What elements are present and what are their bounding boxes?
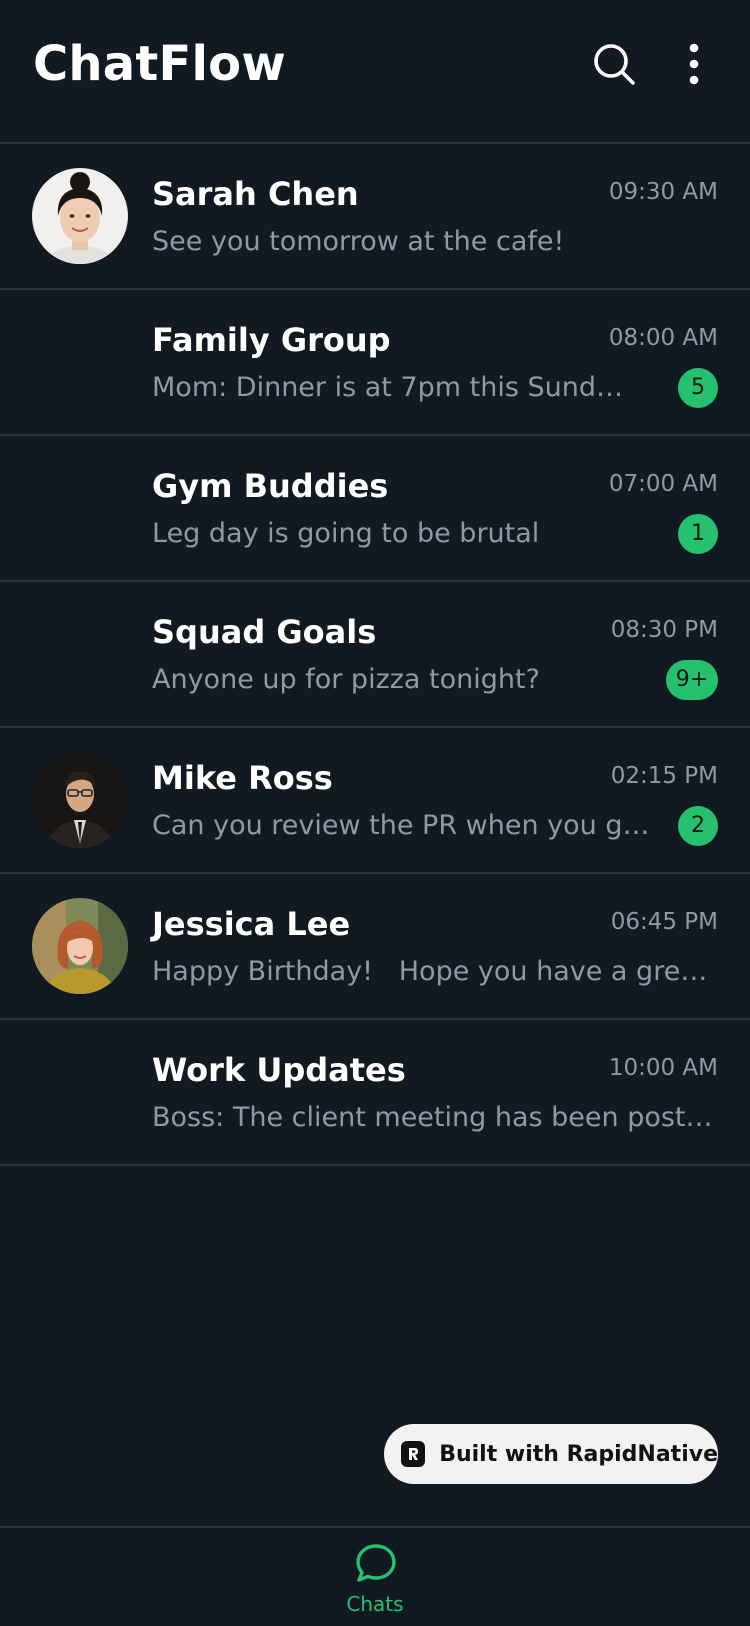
avatar (32, 898, 128, 994)
chat-name: Jessica Lee (152, 905, 351, 943)
search-icon (594, 44, 635, 85)
chat-row-jessica-lee[interactable]: Jessica Lee 06:45 PM Happy Birthday! Hop… (0, 874, 750, 1020)
built-with-label: Built with RapidNative (439, 1441, 718, 1467)
chat-name: Sarah Chen (152, 175, 359, 213)
chat-time: 10:00 AM (608, 1055, 718, 1081)
avatar (32, 168, 128, 264)
app-header: ChatFlow (0, 0, 750, 144)
unread-badge: 9+ (666, 660, 718, 700)
chat-preview: Mom: Dinner is at 7pm this Sunday. (152, 372, 632, 403)
chat-name: Gym Buddies (152, 467, 389, 505)
chat-row-family-group[interactable]: Family Group 08:00 AM Mom: Dinner is at … (0, 290, 750, 436)
chat-list: Sarah Chen 09:30 AM See you tomorrow at … (0, 144, 750, 1166)
chat-time: 02:15 PM (610, 763, 718, 789)
chat-name: Squad Goals (152, 613, 377, 651)
chat-time: 06:45 PM (610, 909, 718, 935)
chat-preview: Can you review the PR when you get a cha… (152, 810, 654, 841)
chat-time: 08:00 AM (608, 325, 718, 351)
chat-preview: Happy Birthday! Hope you have a great da… (152, 956, 718, 987)
search-button[interactable] (590, 40, 638, 88)
unread-badge: 5 (678, 368, 718, 408)
chat-time: 09:30 AM (608, 179, 718, 205)
unread-badge: 1 (678, 514, 718, 554)
chat-preview: Leg day is going to be brutal (152, 518, 540, 549)
chat-preview: Anyone up for pizza tonight? (152, 664, 540, 695)
more-vertical-icon (689, 43, 699, 85)
more-options-button[interactable] (670, 40, 718, 88)
chat-name: Family Group (152, 321, 391, 359)
chat-row-work-updates[interactable]: Work Updates 10:00 AM Boss: The client m… (0, 1020, 750, 1166)
chat-name: Mike Ross (152, 759, 333, 797)
chat-name: Work Updates (152, 1051, 406, 1089)
chat-row-gym-buddies[interactable]: Gym Buddies 07:00 AM Leg day is going to… (0, 436, 750, 582)
built-with-rapidnative-button[interactable]: Built with RapidNative (384, 1424, 718, 1484)
chat-preview: Boss: The client meeting has been postpo… (152, 1102, 718, 1133)
chat-time: 08:30 PM (610, 617, 718, 643)
bottom-navigation: Chats (0, 1526, 750, 1624)
nav-tab-chats[interactable]: Chats (325, 1542, 425, 1626)
app-title: ChatFlow (33, 36, 286, 92)
chat-bubble-icon (356, 1544, 396, 1582)
rapidnative-logo-icon (401, 1441, 426, 1467)
chat-preview: See you tomorrow at the cafe! (152, 226, 565, 257)
chat-row-squad-goals[interactable]: Squad Goals 08:30 PM Anyone up for pizza… (0, 582, 750, 728)
avatar (32, 752, 128, 848)
nav-tab-chats-label: Chats (346, 1592, 404, 1616)
unread-badge: 2 (678, 806, 718, 846)
chat-row-sarah-chen[interactable]: Sarah Chen 09:30 AM See you tomorrow at … (0, 144, 750, 290)
chat-row-mike-ross[interactable]: Mike Ross 02:15 PM Can you review the PR… (0, 728, 750, 874)
chat-time: 07:00 AM (608, 471, 718, 497)
